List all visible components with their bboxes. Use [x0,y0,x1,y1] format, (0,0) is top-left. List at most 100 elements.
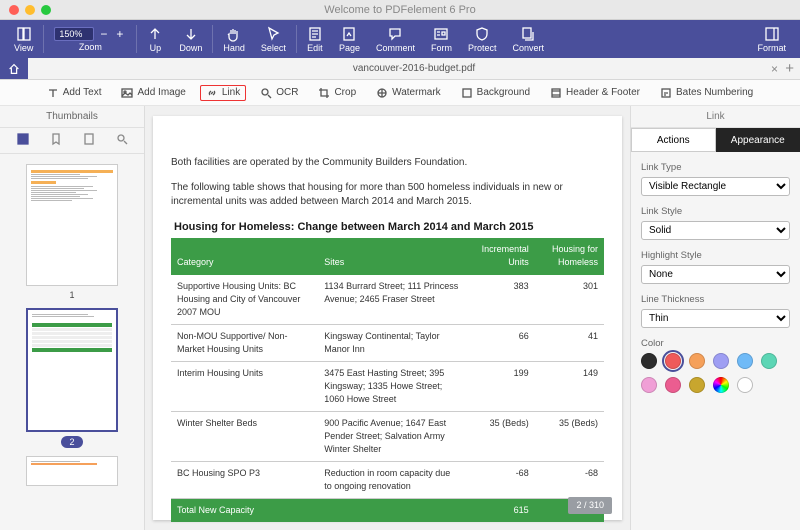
format-button[interactable]: Format [749,24,794,55]
arrow-up-icon [147,26,163,42]
line-thickness-select[interactable]: Thin [641,309,790,328]
edit-icon [307,26,323,42]
up-button[interactable]: Up [139,24,171,55]
form-button[interactable]: Form [423,24,460,55]
document-tab[interactable]: vancouver-2016-budget.pdf [28,63,800,74]
line-thickness-label: Line Thickness [641,294,790,305]
header-footer-icon [550,87,562,99]
search-tab[interactable] [115,132,129,149]
thumbnail-view-tab[interactable] [16,132,30,149]
link-icon [206,87,218,99]
background-icon [461,87,473,99]
paragraph-2: The following table shows that housing f… [171,181,604,210]
attachments-view-tab[interactable] [82,132,96,149]
home-icon [7,62,21,76]
link-style-select[interactable]: Solid [641,221,790,240]
ocr-icon [260,87,272,99]
thumbnail-label-1: 1 [69,290,74,300]
zoom-select[interactable]: 150% [54,27,94,41]
document-canvas[interactable]: Both facilities are operated by the Comm… [145,106,630,530]
color-swatch[interactable] [713,353,729,369]
link-type-select[interactable]: Visible Rectangle [641,177,790,196]
color-swatch[interactable] [641,377,657,393]
add-text-button[interactable]: Add Text [41,85,108,101]
page-icon [341,26,357,42]
table-title: Housing for Homeless: Change between Mar… [174,220,604,236]
image-icon [121,87,133,99]
arrow-down-icon [183,26,199,42]
convert-icon [520,26,536,42]
color-swatches [641,353,790,393]
comment-icon [387,26,403,42]
color-swatch[interactable] [641,353,657,369]
minimize-window-button[interactable] [25,5,35,15]
housing-table: Category Sites Incremental Units Housing… [171,238,604,522]
tab-appearance[interactable]: Appearance [716,128,800,152]
shield-icon [474,26,490,42]
ocr-button[interactable]: OCR [254,85,304,101]
header-footer-button[interactable]: Header & Footer [544,85,646,101]
zoom-out-button[interactable]: − [97,27,110,41]
table-row: Supportive Housing Units: BC Housing and… [171,275,604,325]
color-swatch[interactable] [761,353,777,369]
hand-icon [226,26,242,42]
edit-sub-toolbar: Add Text Add Image Link OCR Crop Waterma… [0,80,800,106]
tab-actions[interactable]: Actions [631,128,716,152]
page-counter: 2 / 310 [568,497,612,514]
crop-icon [318,87,330,99]
crop-button[interactable]: Crop [312,85,362,101]
bates-numbering-button[interactable]: Bates Numbering [654,85,759,101]
paragraph-1: Both facilities are operated by the Comm… [171,156,604,171]
thumbnail-page-3[interactable] [26,456,118,486]
zoom-in-button[interactable]: + [113,27,126,41]
new-tab-button[interactable]: + [785,60,794,77]
thumbnail-page-1[interactable] [26,164,118,286]
link-style-label: Link Style [641,206,790,217]
form-icon [433,26,449,42]
tab-close-button[interactable]: × [771,62,778,76]
maximize-window-button[interactable] [41,5,51,15]
color-swatch[interactable] [665,353,681,369]
table-row: BC Housing SPO P3Reduction in room capac… [171,462,604,499]
select-button[interactable]: Select [253,24,294,55]
highlight-style-select[interactable]: None [641,265,790,284]
color-swatch[interactable] [737,353,753,369]
format-icon [764,26,780,42]
panel-title: Link [631,106,800,128]
highlight-style-label: Highlight Style [641,250,790,261]
titlebar: Welcome to PDFelement 6 Pro [0,0,800,20]
link-type-label: Link Type [641,162,790,173]
page-content: Both facilities are operated by the Comm… [153,116,622,520]
background-button[interactable]: Background [455,85,536,101]
view-icon [16,26,32,42]
watermark-icon [376,87,388,99]
page-button[interactable]: Page [331,24,368,55]
color-swatch[interactable] [689,377,705,393]
bookmark-view-tab[interactable] [49,132,63,149]
view-button[interactable]: View [6,24,41,55]
watermark-button[interactable]: Watermark [370,85,447,101]
color-swatch[interactable] [689,353,705,369]
cursor-icon [265,26,281,42]
zoom-group: 150% − + Zoom [46,25,134,54]
convert-button[interactable]: Convert [505,24,553,55]
thumbnail-page-2[interactable] [26,308,118,432]
hand-button[interactable]: Hand [215,24,253,55]
table-row: Winter Shelter Beds900 Pacific Avenue; 1… [171,411,604,461]
window-title: Welcome to PDFelement 6 Pro [0,4,800,16]
tab-section: vancouver-2016-budget.pdf × + [0,58,800,80]
protect-button[interactable]: Protect [460,24,505,55]
main-toolbar: View 150% − + Zoom Up Down Hand Select E… [0,20,800,58]
close-window-button[interactable] [9,5,19,15]
table-total-row: Total New Capacity615458 [171,499,604,523]
comment-button[interactable]: Comment [368,24,423,55]
color-swatch[interactable] [665,377,681,393]
link-button[interactable]: Link [200,85,246,101]
color-swatch[interactable] [713,377,729,393]
down-button[interactable]: Down [171,24,210,55]
table-row: Interim Housing Units3475 East Hasting S… [171,361,604,411]
add-image-button[interactable]: Add Image [115,85,191,101]
home-button[interactable] [0,58,28,79]
edit-button[interactable]: Edit [299,24,331,55]
color-swatch[interactable] [737,377,753,393]
